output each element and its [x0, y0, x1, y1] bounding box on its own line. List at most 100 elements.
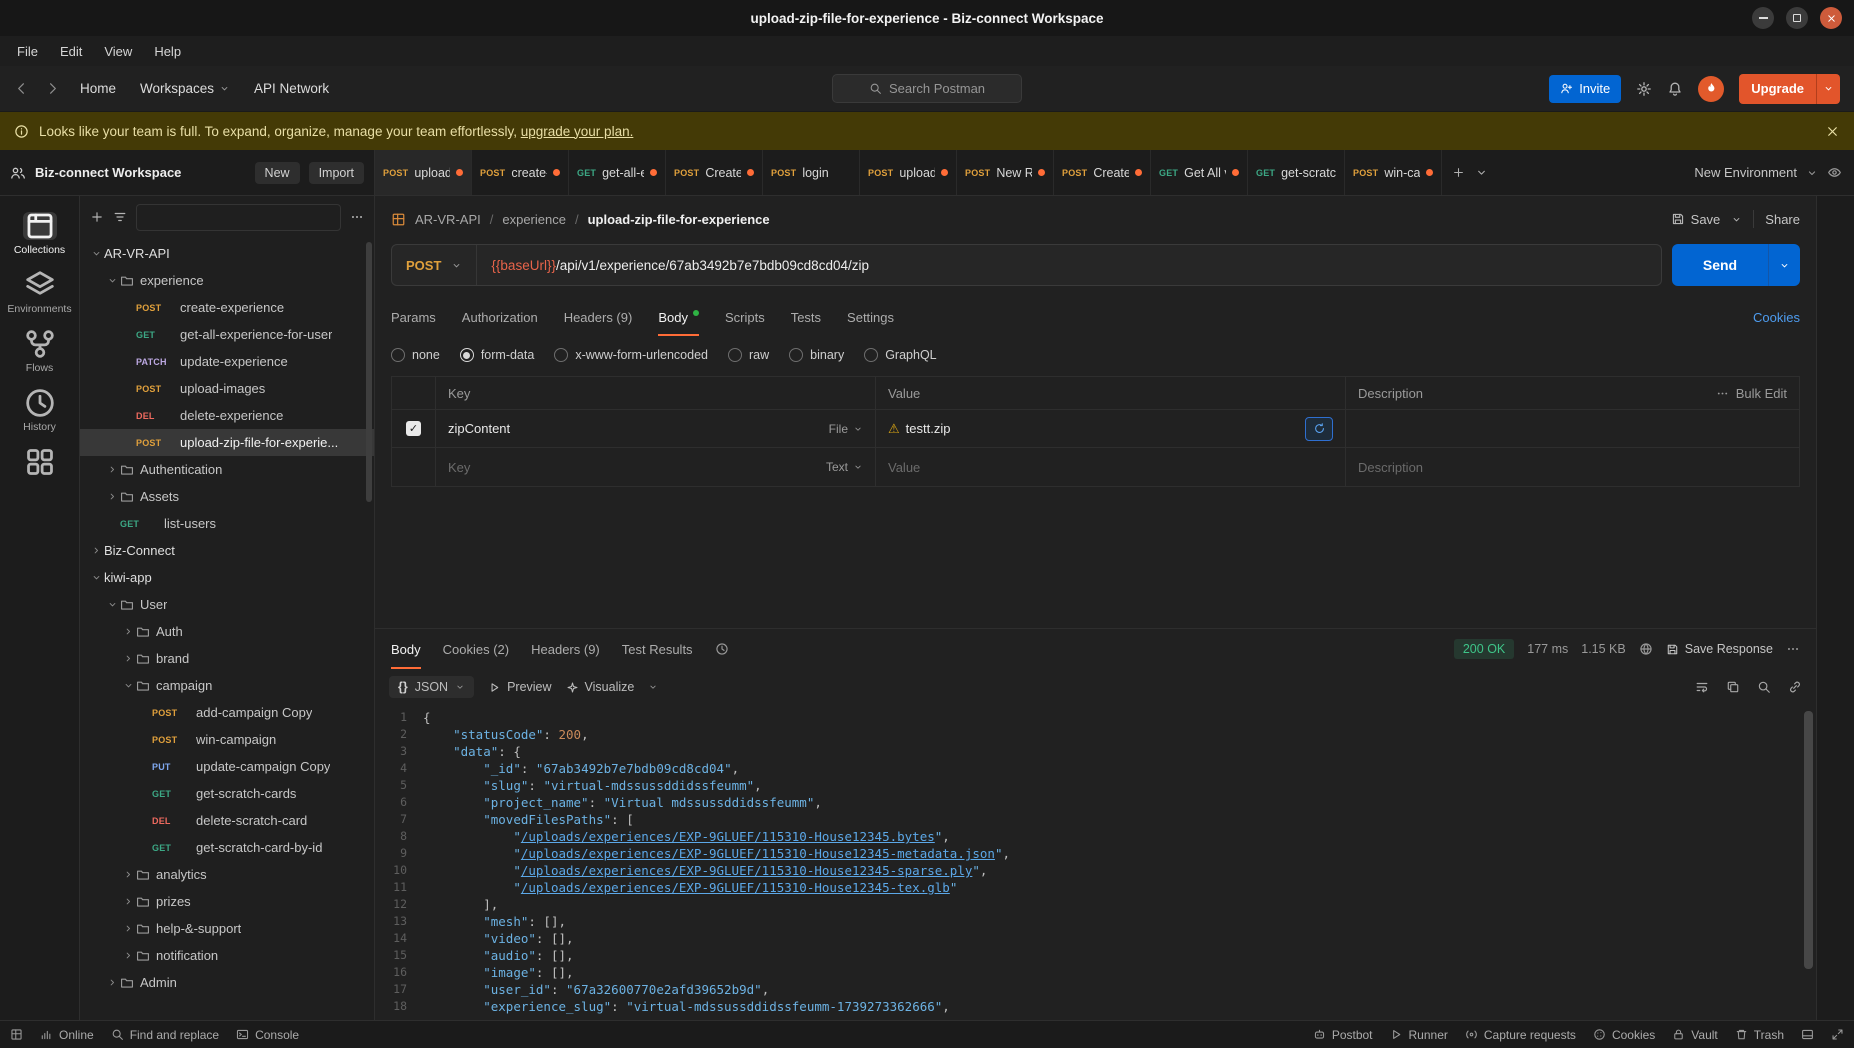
globe-icon[interactable] [1639, 642, 1653, 656]
tab-authorization[interactable]: Authorization [462, 298, 538, 336]
tree-request-update-campaign-copy[interactable]: PUTupdate-campaign Copy [80, 753, 374, 780]
row-checkbox[interactable]: ✓ [406, 421, 421, 436]
type-selector[interactable]: Text [826, 460, 863, 474]
statusbar-postbot[interactable]: Postbot [1313, 1028, 1373, 1042]
tree-request-update-experience[interactable]: PATCHupdate-experience [80, 348, 374, 375]
response-tab-body[interactable]: Body [391, 629, 421, 669]
statusbar-gridSmall[interactable] [10, 1028, 23, 1041]
menu-file[interactable]: File [6, 36, 49, 66]
statusbar-trash[interactable]: Trash [1735, 1028, 1784, 1042]
body-mode-x-www-form-urlencoded[interactable]: x-www-form-urlencoded [554, 348, 708, 362]
breadcrumb-item-experience[interactable]: experience [502, 212, 566, 227]
open-tab-get-all-vide[interactable]: GETGet All vide [1151, 150, 1248, 195]
statusbar-console[interactable]: Console [236, 1028, 299, 1042]
workspace-name[interactable]: Biz-connect Workspace [35, 165, 246, 180]
invite-button[interactable]: Invite [1549, 75, 1621, 103]
breadcrumb-item-upload-zip-file-for-experience[interactable]: upload-zip-file-for-experience [588, 212, 770, 227]
tree-request-get-scratch-card-by-id[interactable]: GETget-scratch-card-by-id [80, 834, 374, 861]
filter-icon[interactable] [113, 210, 127, 224]
open-tab-upload-im[interactable]: POSTupload-im [860, 150, 957, 195]
response-file-link[interactable]: /uploads/experiences/EXP-9GLUEF/115310-H… [521, 880, 950, 895]
tree-folder-assets[interactable]: Assets [80, 483, 374, 510]
type-selector[interactable]: File [829, 422, 863, 436]
response-tab-test-results[interactable]: Test Results [622, 629, 693, 669]
response-more-icon[interactable] [1786, 642, 1800, 656]
tree-request-upload-images[interactable]: POSTupload-images [80, 375, 374, 402]
body-mode-binary[interactable]: binary [789, 348, 844, 362]
open-tab-upload-zi[interactable]: POSTupload-zi [375, 150, 472, 195]
tab-body[interactable]: Body [658, 298, 699, 336]
notifications-bell-icon[interactable] [1667, 81, 1683, 97]
tab-scripts[interactable]: Scripts [725, 298, 765, 336]
tree-folder-notification[interactable]: notification [80, 942, 374, 969]
tree-folder-experience[interactable]: experience [80, 267, 374, 294]
body-mode-raw[interactable]: raw [728, 348, 769, 362]
tree-folder-auth[interactable]: Auth [80, 618, 374, 645]
response-scrollbar[interactable] [1804, 711, 1813, 969]
statusbar-cookies[interactable]: Cookies [1593, 1028, 1655, 1042]
tree-folder-prizes[interactable]: prizes [80, 888, 374, 915]
tree-request-upload-zip-file-for-experie[interactable]: POSTupload-zip-file-for-experie... [80, 429, 374, 456]
cookies-link[interactable]: Cookies [1753, 310, 1800, 325]
statusbar-vault[interactable]: Vault [1672, 1028, 1717, 1042]
tree-folder-user[interactable]: User [80, 591, 374, 618]
tree-request-delete-scratch-card[interactable]: DELdelete-scratch-card [80, 807, 374, 834]
close-window-button[interactable] [1820, 7, 1842, 29]
visualize-button[interactable]: Visualize [566, 680, 635, 694]
tab-headers-9[interactable]: Headers (9) [564, 298, 633, 336]
body-mode-none[interactable]: none [391, 348, 440, 362]
open-tab-login[interactable]: POSTlogin [763, 150, 860, 195]
bulk-edit-button[interactable]: Bulk Edit [1716, 386, 1787, 401]
menu-help[interactable]: Help [143, 36, 192, 66]
share-button[interactable]: Share [1765, 212, 1800, 227]
visualize-chevron-icon[interactable] [648, 682, 658, 692]
wrap-text-icon[interactable] [1695, 680, 1709, 694]
preview-button[interactable]: Preview [488, 680, 551, 694]
upgrade-plan-link[interactable]: upgrade your plan. [521, 124, 634, 139]
statusbar-find-and-replace[interactable]: Find and replace [111, 1028, 219, 1042]
send-options-button[interactable] [1768, 244, 1800, 286]
save-response-button[interactable]: Save Response [1666, 642, 1773, 656]
nav-home[interactable]: Home [80, 81, 116, 96]
tree-folder-help-support[interactable]: help-&-support [80, 915, 374, 942]
save-options-chevron-icon[interactable] [1731, 214, 1742, 225]
link-icon[interactable] [1788, 680, 1802, 694]
new-button[interactable]: New [255, 162, 300, 184]
tree-folder-analytics[interactable]: analytics [80, 861, 374, 888]
nav-api-network[interactable]: API Network [254, 81, 329, 96]
rail-environments[interactable]: Environments [0, 267, 79, 319]
open-tab-get-scratch[interactable]: GETget-scratch [1248, 150, 1345, 195]
minimize-button[interactable] [1752, 7, 1774, 29]
forward-icon[interactable] [45, 81, 60, 96]
global-search-input[interactable]: Search Postman [832, 74, 1022, 103]
tree-collection-kiwi-app[interactable]: kiwi-app [80, 564, 374, 591]
copy-icon[interactable] [1726, 680, 1740, 694]
response-tab-headers-9[interactable]: Headers (9) [531, 629, 600, 669]
response-tab-cookies-2[interactable]: Cookies (2) [443, 629, 509, 669]
open-tab-create-me[interactable]: POSTCreate Me [666, 150, 763, 195]
response-file-link[interactable]: /uploads/experiences/EXP-9GLUEF/115310-H… [521, 863, 973, 878]
menu-edit[interactable]: Edit [49, 36, 93, 66]
environment-quick-look-icon[interactable] [1827, 165, 1842, 180]
tree-collection-biz-connect[interactable]: Biz-Connect [80, 537, 374, 564]
tree-request-list-users[interactable]: GETlist-users [80, 510, 374, 537]
import-button[interactable]: Import [309, 162, 364, 184]
open-tab-new-requ[interactable]: POSTNew Requ [957, 150, 1054, 195]
search-response-icon[interactable] [1757, 680, 1771, 694]
tree-folder-admin[interactable]: Admin [80, 969, 374, 996]
open-tab-create-vid[interactable]: POSTCreate Vid [1054, 150, 1151, 195]
statusbar-panel[interactable] [1801, 1028, 1814, 1041]
description-placeholder-cell[interactable]: Description [1346, 448, 1799, 486]
tree-request-delete-experience[interactable]: DELdelete-experience [80, 402, 374, 429]
settings-gear-icon[interactable] [1636, 81, 1652, 97]
description-cell[interactable] [1346, 410, 1799, 447]
tree-request-get-all-experience-for-user[interactable]: GETget-all-experience-for-user [80, 321, 374, 348]
upgrade-button[interactable]: Upgrade [1739, 74, 1840, 104]
tab-settings[interactable]: Settings [847, 298, 894, 336]
open-tab-create-ex[interactable]: POSTcreate-ex [472, 150, 569, 195]
open-tab-get-all-expe[interactable]: GETget-all-expe [569, 150, 666, 195]
tree-folder-authentication[interactable]: Authentication [80, 456, 374, 483]
sidebar-more-icon[interactable] [350, 210, 364, 224]
body-mode-graphql[interactable]: GraphQL [864, 348, 936, 362]
rail-history[interactable]: History [0, 385, 79, 437]
